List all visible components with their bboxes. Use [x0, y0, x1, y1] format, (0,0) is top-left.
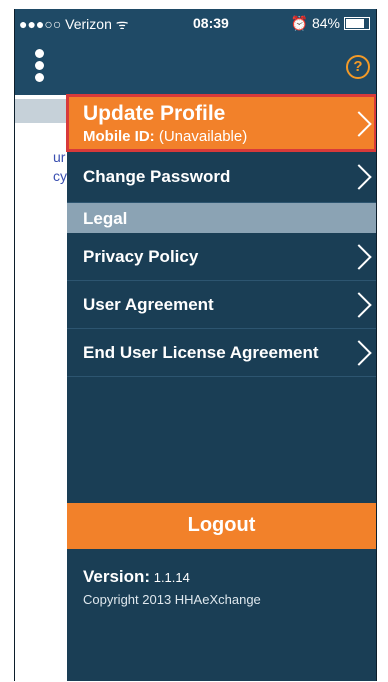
clock: 08:39 [193, 15, 229, 31]
chevron-right-icon [346, 292, 372, 318]
background-text-fragment: cy [53, 168, 67, 184]
kebab-menu-icon[interactable] [35, 49, 45, 85]
update-profile-title: Update Profile [83, 102, 226, 125]
carrier-label: ●●●○○ Verizon ᯤ [19, 16, 129, 32]
battery-icon [344, 17, 370, 30]
battery-fill [346, 19, 365, 28]
update-profile-button[interactable]: Update Profile Mobile ID: (Unavailable) [66, 94, 376, 152]
user-agreement-label: User Agreement [83, 295, 214, 314]
eula-item[interactable]: End User License Agreement [67, 329, 376, 377]
privacy-policy-item[interactable]: Privacy Policy [67, 233, 376, 281]
top-bar: ? [15, 38, 376, 95]
status-bar: ●●●○○ Verizon ᯤ 08:39 ⏰ 84% [15, 9, 376, 38]
background-page: ur cy [15, 95, 67, 681]
copyright-text: Copyright 2013 HHAeXchange [83, 592, 261, 607]
logout-button[interactable]: Logout [67, 503, 376, 549]
change-password-item[interactable]: Change Password [67, 152, 376, 203]
eula-label: End User License Agreement [83, 343, 319, 362]
mobile-id-label: Mobile ID: [83, 128, 155, 145]
legal-section-header: Legal [67, 203, 376, 233]
chevron-right-icon [346, 164, 372, 190]
change-password-label: Change Password [83, 167, 231, 186]
legal-header-label: Legal [83, 209, 128, 228]
version-value: 1.1.14 [153, 570, 190, 585]
chevron-right-icon [346, 340, 372, 366]
background-header-band [15, 99, 67, 123]
chevron-right-icon [346, 111, 372, 137]
phone-frame: ●●●○○ Verizon ᯤ 08:39 ⏰ 84% ? ur cy Upda… [14, 9, 377, 681]
mobile-id-value: (Unavailable) [158, 128, 248, 145]
battery-indicator: ⏰ 84% [291, 15, 370, 32]
background-text-fragment: ur [53, 149, 66, 165]
chevron-right-icon [346, 244, 372, 270]
mobile-id-line: Mobile ID: (Unavailable) [83, 128, 247, 145]
version-label: Version: [83, 567, 151, 586]
version-info: Version: 1.1.14 [83, 567, 190, 587]
privacy-policy-label: Privacy Policy [83, 247, 199, 266]
battery-text: ⏰ 84% [290, 15, 340, 31]
help-icon[interactable]: ? [346, 55, 370, 79]
user-agreement-item[interactable]: User Agreement [67, 281, 376, 329]
logout-label: Logout [187, 514, 256, 536]
side-menu: Update Profile Mobile ID: (Unavailable) … [66, 94, 376, 681]
